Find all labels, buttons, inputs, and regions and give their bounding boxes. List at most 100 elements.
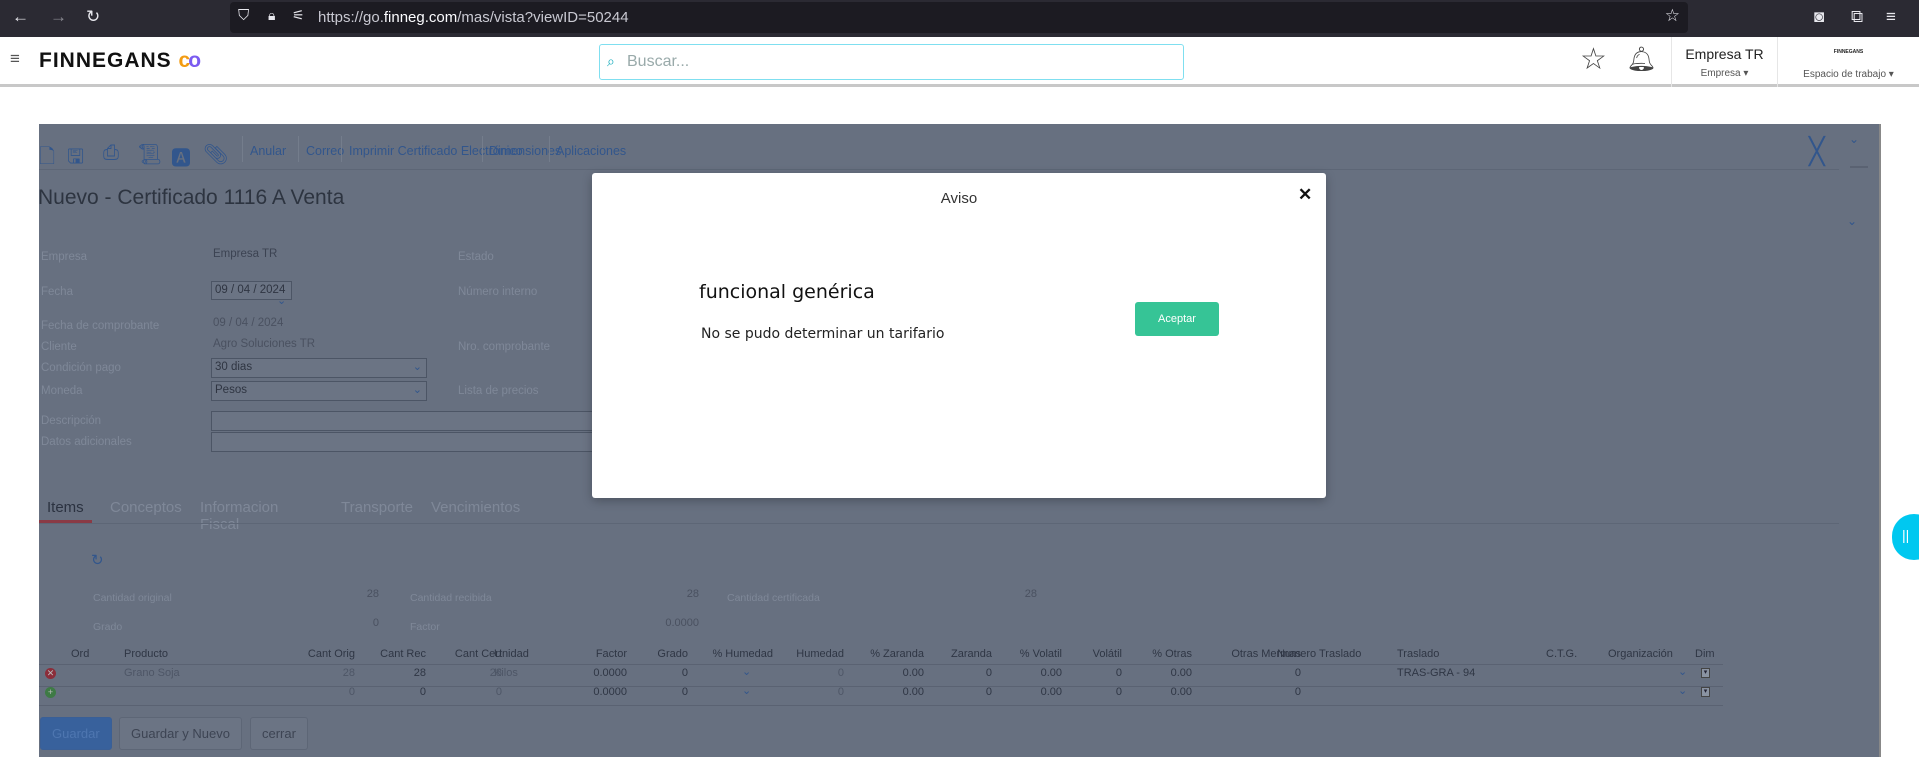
guardar-button[interactable]: Guardar [40, 717, 112, 750]
pocket-icon[interactable]: ◙ [1814, 7, 1824, 27]
cell-vol-til[interactable]: 0 [1069, 686, 1122, 698]
refresh-icon[interactable]: ↻ [91, 551, 104, 569]
search-input[interactable]: ⌕ Buscar... [599, 44, 1184, 80]
cell-factor[interactable]: 0.0000 [559, 686, 627, 698]
organizacion-dropdown-icon[interactable]: ⌄ [1678, 665, 1687, 678]
column-header: Humedad [796, 648, 844, 660]
chevron-down-icon[interactable]: ⌄ [1847, 214, 1857, 228]
humedad-dropdown-icon[interactable]: ⌄ [742, 665, 751, 678]
cell--zaranda[interactable]: 0.00 [849, 686, 924, 698]
correo-link[interactable]: Correo [306, 144, 344, 158]
anular-link[interactable]: Anular [250, 144, 286, 158]
cell-traslado[interactable]: TRAS-GRA - 94 [1397, 667, 1527, 679]
font-document-icon[interactable]: 🅰︎ [171, 142, 191, 171]
descripcion-input[interactable] [211, 411, 611, 431]
scrollbar[interactable] [1879, 124, 1881, 757]
datos-adicionales-input[interactable] [211, 432, 611, 452]
cell-cant-cert[interactable]: 0 [434, 686, 502, 698]
new-document-icon[interactable]: 🗋 [39, 142, 55, 176]
tab-informacion-fiscal[interactable]: Informacion Fiscal [192, 499, 286, 533]
cell-cant-rec[interactable]: 28 [359, 667, 426, 679]
delete-row-icon[interactable]: ✕ [45, 668, 56, 679]
cantidad-recibida-label: Cantidad recibida [410, 592, 492, 604]
column-header: % Humedad [712, 648, 773, 660]
cell-grado[interactable]: 0 [629, 686, 688, 698]
tab-items[interactable]: Items [39, 499, 92, 523]
tab-transporte[interactable]: Transporte [333, 499, 421, 516]
tab-conceptos[interactable]: Conceptos [102, 499, 190, 516]
cell--otras[interactable]: 0.00 [1129, 686, 1192, 698]
save-icon[interactable]: 🖫 [67, 142, 84, 176]
moneda-select[interactable]: Pesos ⌄ [211, 381, 427, 401]
attach-icon[interactable]: 📎︎ [203, 142, 228, 167]
bookmark-star-icon[interactable]: ☆ [1665, 6, 1680, 26]
column-header: Organización [1608, 648, 1673, 660]
cell-cant-cert[interactable]: 28 [434, 667, 502, 679]
favorites-star-icon[interactable]: ☆ [1580, 42, 1607, 77]
cell-cant-orig[interactable]: 0 [279, 686, 355, 698]
close-form-icon[interactable]: ╳ [1809, 136, 1825, 167]
date-dropdown-icon[interactable]: ⌄ [277, 294, 286, 307]
hamburger-icon[interactable]: ≡ [10, 49, 20, 69]
column-header: Cant Orig [307, 648, 355, 660]
cell-zaranda[interactable]: 0 [929, 667, 992, 679]
cell-grado[interactable]: 0 [629, 667, 688, 679]
cell-vol-til[interactable]: 0 [1069, 667, 1122, 679]
organizacion-dropdown-icon[interactable]: ⌄ [1678, 684, 1687, 697]
toolbar-divider [39, 169, 1839, 170]
toolbar-divider [549, 136, 550, 162]
condicion-pago-select[interactable]: 30 dias ⌄ [211, 358, 427, 378]
cell-humedad[interactable]: 0 [779, 686, 844, 698]
humedad-dropdown-icon[interactable]: ⌄ [742, 684, 751, 697]
search-icon: ⌕ [607, 53, 615, 69]
logo[interactable]: FINNEGANS co [39, 49, 202, 73]
dimension-dropdown-icon[interactable]: ▾ [1701, 687, 1710, 697]
cell--volatil[interactable]: 0.00 [997, 667, 1062, 679]
close-icon[interactable]: ✕ [1298, 185, 1312, 205]
cell-zaranda[interactable]: 0 [929, 686, 992, 698]
cell-cant-orig[interactable]: 28 [279, 667, 355, 679]
add-row-icon[interactable]: + [45, 687, 56, 698]
cell--otras[interactable]: 0.00 [1129, 667, 1192, 679]
cell-humedad[interactable]: 0 [779, 667, 844, 679]
permissions-icon: ⚟ [292, 7, 305, 23]
cell-otras-mermas[interactable]: 0 [1199, 667, 1301, 679]
column-header: % Volatil [1019, 648, 1062, 660]
dimensiones-link[interactable]: Dimensiones [489, 144, 561, 158]
extensions-icon[interactable]: ⧉ [1851, 7, 1863, 27]
tab-vencimientos[interactable]: Vencimientos [423, 499, 528, 516]
column-header: Volátil [1092, 648, 1122, 660]
forward-icon[interactable]: → [50, 7, 67, 27]
back-icon[interactable]: ← [12, 7, 29, 27]
reload-icon[interactable]: ↻ [86, 7, 100, 27]
cell-unidad[interactable]: Kilos [494, 667, 554, 679]
cell-otras-mermas[interactable]: 0 [1199, 686, 1301, 698]
side-panel-toggle-button[interactable]: || [1892, 514, 1919, 560]
aceptar-button[interactable]: Aceptar [1135, 302, 1219, 336]
chevron-down-icon[interactable]: ⌄ [1849, 132, 1859, 146]
aplicaciones-link[interactable]: Aplicaciones [556, 144, 626, 158]
scroll-document-icon[interactable]: 📜︎ [137, 142, 162, 167]
notifications-bell-icon[interactable]: 🔔︎ [1626, 45, 1656, 74]
cell-cant-rec[interactable]: 0 [359, 686, 426, 698]
url-suffix: /mas/vista?viewID=50244 [457, 9, 629, 26]
cell-factor[interactable]: 0.0000 [559, 667, 627, 679]
address-bar[interactable]: ⛉ 🔒︎ ⚟ https://go.finneg.com/mas/vista?v… [230, 2, 1688, 33]
workspace-selector[interactable]: FINNEGANS Espacio de trabajo ▾ [1778, 37, 1919, 87]
items-table: Ord Producto Cant Orig Cant Rec Cant Cert Uni… [39, 643, 1723, 706]
cell-producto[interactable]: Grano Soja [124, 667, 234, 679]
menu-icon[interactable]: ≡ [1886, 7, 1896, 27]
cerrar-button[interactable]: cerrar [250, 717, 308, 750]
cell--volatil[interactable]: 0.00 [997, 686, 1062, 698]
app-header: ≡ FINNEGANS co ⌕ Buscar... ☆ 🔔︎ Empresa … [0, 37, 1919, 87]
dialog-heading: funcional genérica [699, 281, 875, 303]
guardar-y-nuevo-button[interactable]: Guardar y Nuevo [119, 717, 242, 750]
dimension-dropdown-icon[interactable]: ▾ [1701, 668, 1710, 678]
shield-icon: ⛉ [238, 7, 250, 24]
company-selector[interactable]: Empresa TR Empresa ▾ [1672, 37, 1777, 87]
tabs-divider [39, 523, 1839, 524]
column-header: Zaranda [951, 648, 992, 660]
cell--zaranda[interactable]: 0.00 [849, 667, 924, 679]
cantidad-certificada-value: 28 [1024, 588, 1037, 600]
print-icon[interactable]: ⎙ [103, 142, 119, 165]
